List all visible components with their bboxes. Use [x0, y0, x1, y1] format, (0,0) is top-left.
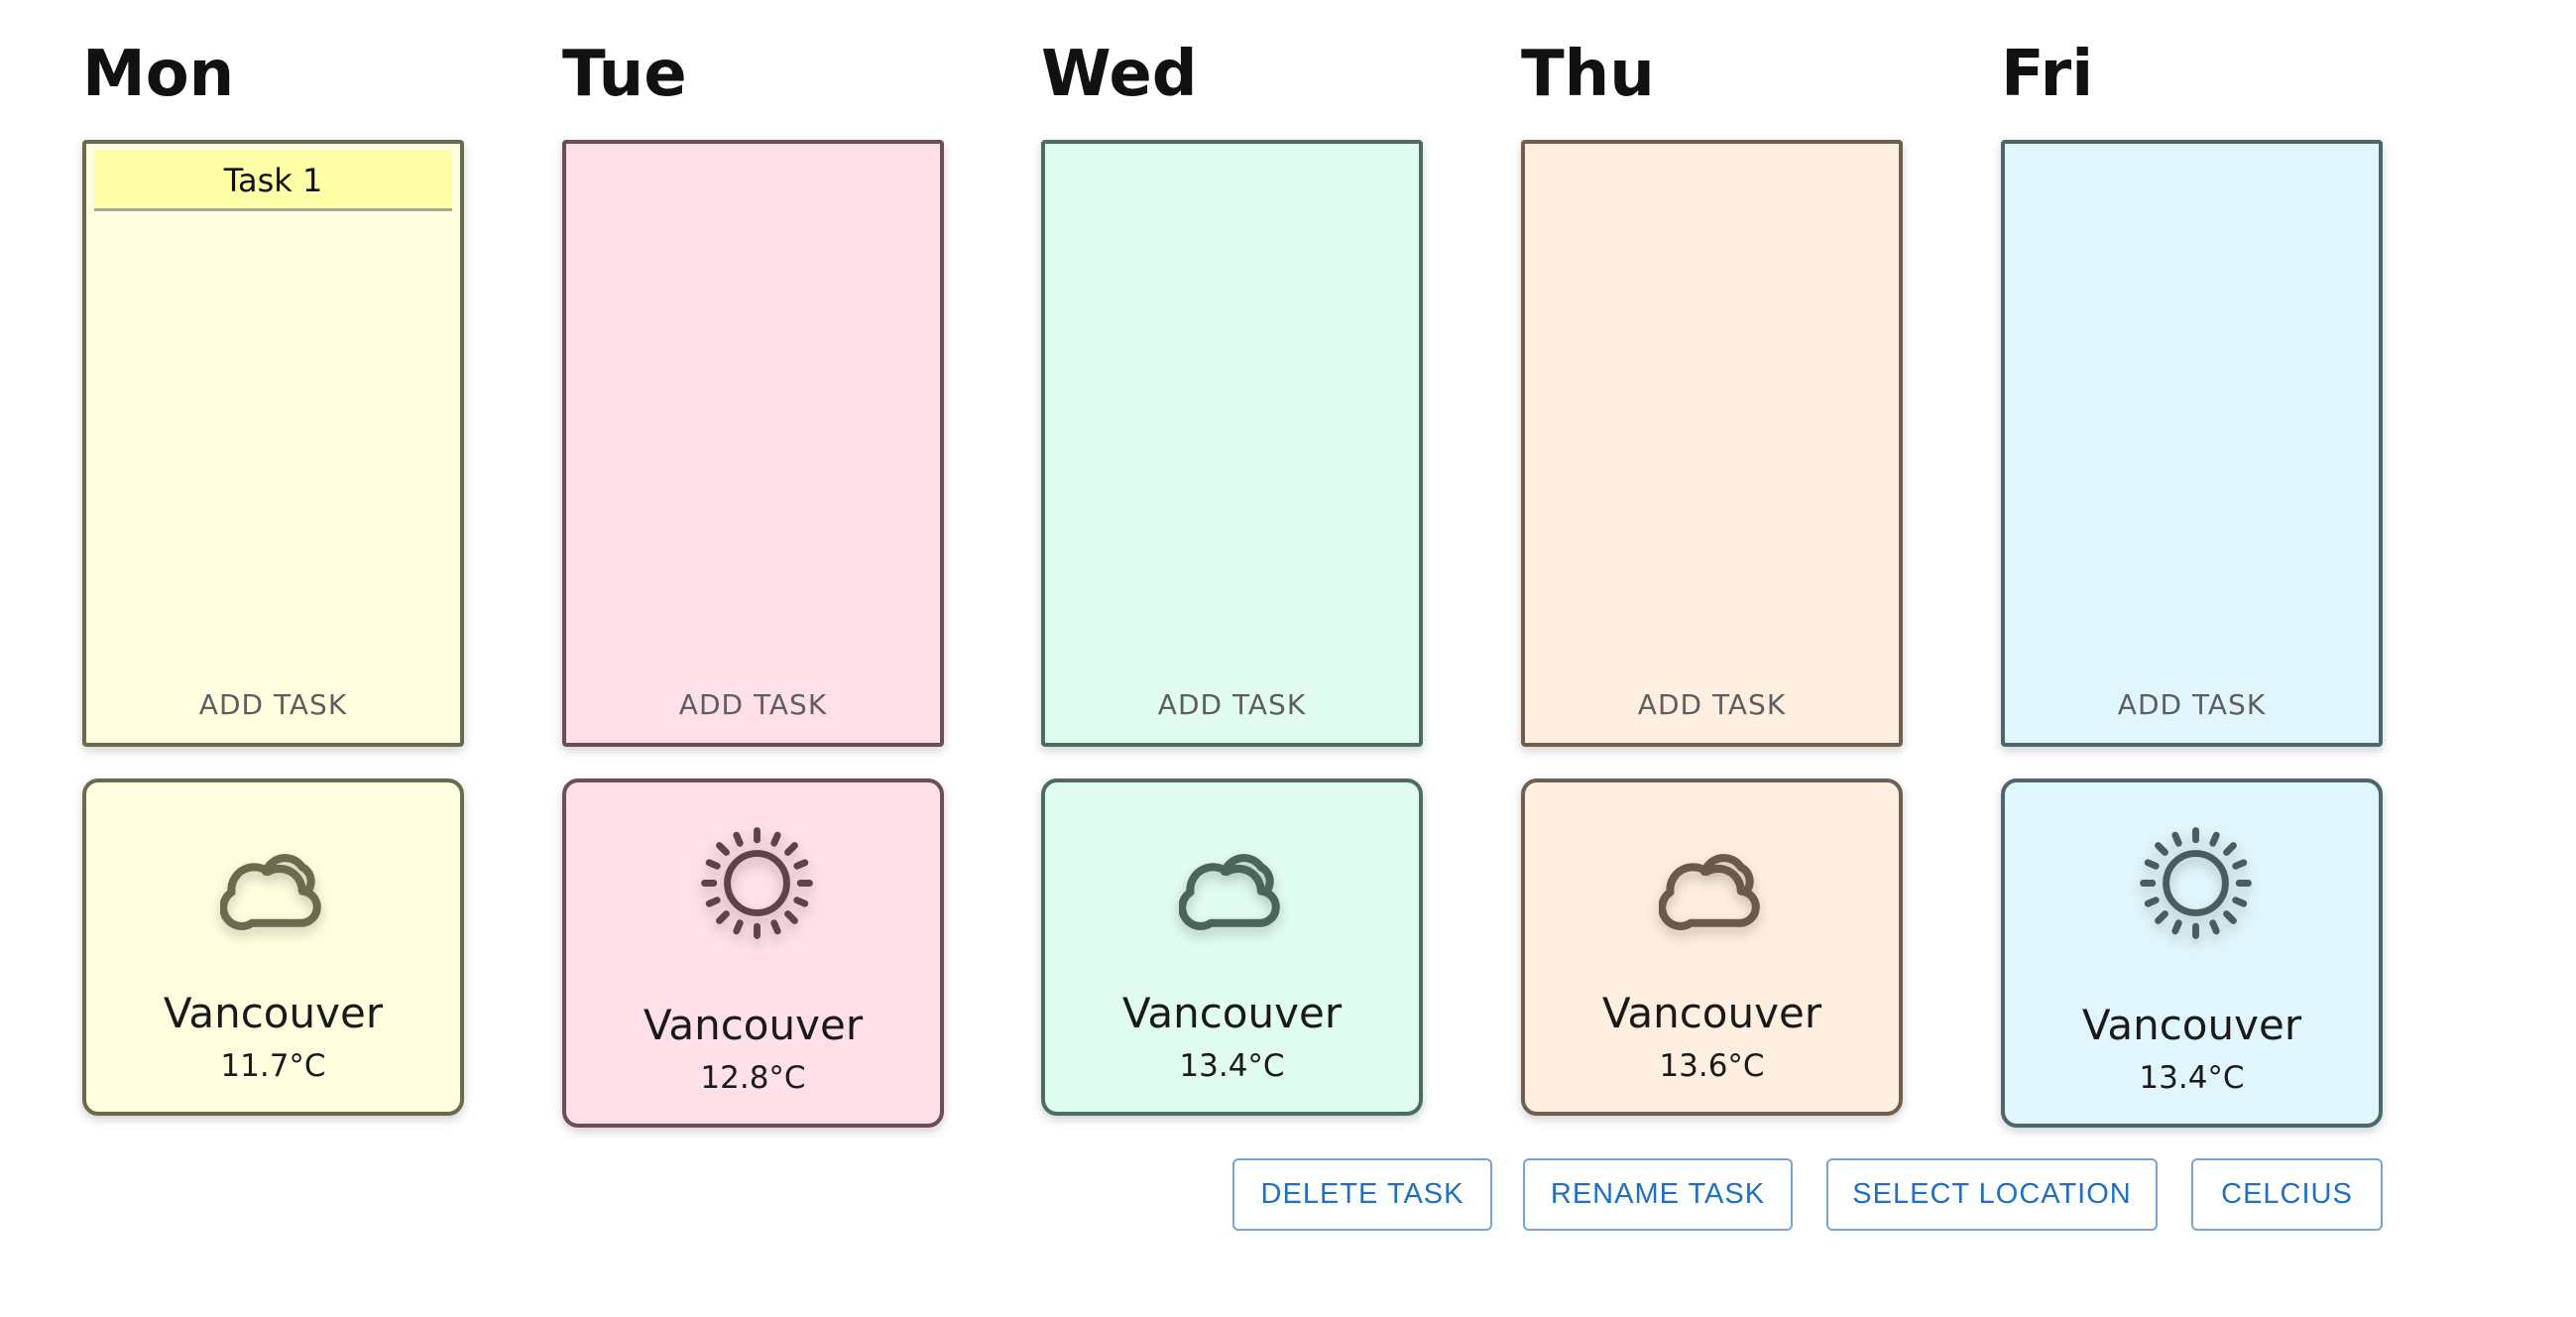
weather-city: Vancouver	[163, 989, 384, 1037]
weather-city: Vancouver	[1121, 989, 1343, 1037]
day-column-thu: Thu ADD TASK Vancouver 13.6°C	[1521, 0, 1903, 1317]
weather-temp: 12.8°C	[700, 1060, 806, 1096]
cloud-icon	[1659, 854, 1760, 930]
delete-task-button[interactable]: DELETE TASK	[1232, 1158, 1492, 1231]
task-board[interactable]: Task 1 ADD TASK	[82, 140, 464, 747]
weather-city: Vancouver	[643, 1001, 864, 1049]
cloud-icon	[220, 854, 321, 930]
weather-card: Vancouver 12.8°C	[562, 778, 944, 1128]
day-column-fri: Fri ADD TASK Vancouver 13.4°C	[2001, 0, 2383, 1317]
weather-temp: 11.7°C	[220, 1048, 326, 1084]
task-item[interactable]: Task 1	[94, 150, 452, 211]
add-task-button[interactable]: ADD TASK	[566, 688, 940, 721]
select-location-button[interactable]: SELECT LOCATION	[1826, 1158, 2158, 1231]
day-column-mon: Mon Task 1 ADD TASK Vancouver 11.7°C	[82, 0, 464, 1317]
weather-card: Vancouver 13.4°C	[2001, 778, 2383, 1128]
add-task-button[interactable]: ADD TASK	[1045, 688, 1419, 721]
add-task-button[interactable]: ADD TASK	[1525, 688, 1899, 721]
weather-temp: 13.6°C	[1659, 1048, 1765, 1084]
sun-icon	[701, 827, 813, 939]
weather-temp: 13.4°C	[2139, 1060, 2245, 1096]
day-heading: Mon	[82, 38, 235, 111]
day-heading: Thu	[1521, 38, 1655, 111]
day-heading: Tue	[562, 38, 687, 111]
day-heading: Wed	[1041, 38, 1198, 111]
day-column-wed: Wed ADD TASK Vancouver 13.4°C	[1041, 0, 1423, 1317]
weather-card: Vancouver 11.7°C	[82, 778, 464, 1116]
temperature-unit-button[interactable]: CELCIUS	[2191, 1158, 2383, 1231]
task-board[interactable]: ADD TASK	[2001, 140, 2383, 747]
add-task-button[interactable]: ADD TASK	[86, 688, 460, 721]
weather-temp: 13.4°C	[1179, 1048, 1285, 1084]
day-column-tue: Tue ADD TASK Vancouver 12.8°C	[562, 0, 944, 1317]
task-board[interactable]: ADD TASK	[1521, 140, 1903, 747]
cloud-icon	[1179, 854, 1280, 930]
sun-icon	[2140, 827, 2252, 939]
weather-city: Vancouver	[2081, 1001, 2302, 1049]
task-board[interactable]: ADD TASK	[1041, 140, 1423, 747]
weather-card: Vancouver 13.4°C	[1041, 778, 1423, 1116]
add-task-button[interactable]: ADD TASK	[2005, 688, 2379, 721]
day-heading: Fri	[2001, 38, 2094, 111]
rename-task-button[interactable]: RENAME TASK	[1523, 1158, 1793, 1231]
task-board[interactable]: ADD TASK	[562, 140, 944, 747]
weather-card: Vancouver 13.6°C	[1521, 778, 1903, 1116]
weather-city: Vancouver	[1601, 989, 1822, 1037]
